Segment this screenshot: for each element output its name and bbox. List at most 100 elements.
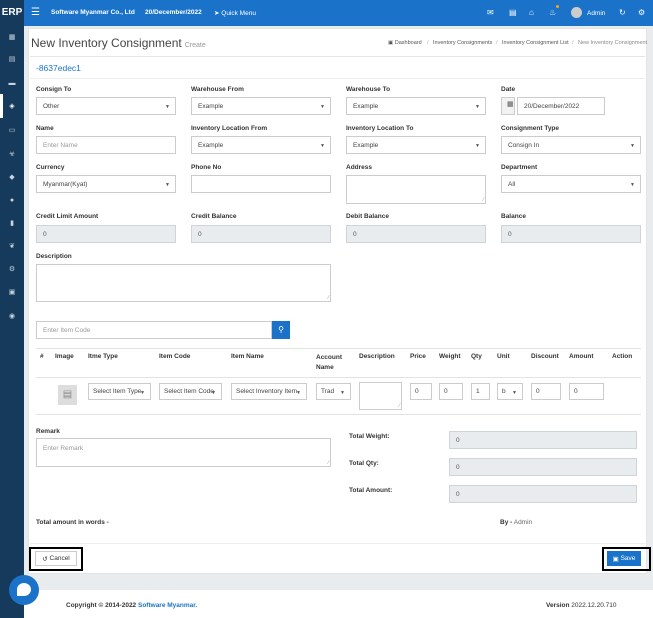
cart-icon[interactable]: ☣ bbox=[0, 151, 24, 159]
warehouse-to-value: Example bbox=[353, 102, 379, 110]
hamburger-menu-icon[interactable]: ☰ bbox=[31, 8, 40, 18]
diamond-icon[interactable]: ◆ bbox=[0, 174, 24, 182]
calculator-icon[interactable]: ▦ bbox=[0, 34, 24, 42]
bell-icon[interactable]: ♨ bbox=[549, 8, 556, 17]
weight-input[interactable]: 0 bbox=[439, 383, 463, 400]
comment-icon[interactable]: ◉ bbox=[0, 313, 24, 321]
warehouse-to-select[interactable]: Example ▼ bbox=[346, 97, 486, 115]
brand-logo[interactable]: ERP bbox=[0, 0, 24, 26]
clipboard-icon[interactable]: ▭ bbox=[0, 127, 24, 135]
settings-icon[interactable]: ⚙ bbox=[0, 266, 24, 274]
page-subtitle: Create bbox=[184, 42, 206, 49]
currency-select[interactable]: Myanmar(Kyat) ▼ bbox=[36, 175, 176, 193]
department-label: Department bbox=[501, 164, 538, 171]
address-textarea[interactable]: ⁄ bbox=[346, 175, 486, 204]
inv-location-from-value: Example bbox=[198, 141, 224, 149]
name-placeholder: Enter Name bbox=[43, 141, 78, 149]
account-name-select[interactable]: Trad ▼ bbox=[316, 383, 351, 400]
description-textarea[interactable]: ⁄ bbox=[36, 264, 331, 302]
quick-menu-link[interactable]: ➤ Quick Menu bbox=[214, 9, 256, 17]
chat-bubble-icon bbox=[17, 583, 31, 596]
price-input[interactable]: 0 bbox=[410, 383, 432, 400]
amount-in-words-label: Total amount in words - bbox=[36, 519, 109, 526]
caret-down-icon: ▼ bbox=[140, 390, 145, 396]
logout-icon[interactable]: ↻ bbox=[619, 8, 626, 17]
unit-select[interactable]: b ▼ bbox=[497, 383, 523, 400]
leaf-icon[interactable]: ❦ bbox=[0, 243, 24, 251]
document-icon[interactable]: ▤ bbox=[509, 8, 517, 17]
warehouse-from-select[interactable]: Example ▼ bbox=[191, 97, 331, 115]
consignment-type-label: Consignment Type bbox=[501, 125, 560, 132]
breadcrumb-label: Dashboard bbox=[394, 40, 422, 46]
save-button[interactable]: ▣ Save bbox=[607, 551, 641, 566]
consignment-type-select[interactable]: Consign In ▼ bbox=[501, 136, 641, 154]
search-icon: ⚲ bbox=[278, 325, 284, 334]
department-select[interactable]: All ▼ bbox=[501, 175, 641, 193]
page-title: New Inventory Consignment Create bbox=[31, 36, 206, 50]
balance-label: Balance bbox=[501, 213, 526, 220]
date-value: 20/December/2022 bbox=[524, 102, 580, 110]
debit-balance-field: 0 bbox=[346, 225, 486, 243]
breadcrumb-consignments[interactable]: Inventory Consignments bbox=[433, 40, 492, 46]
date-input[interactable]: 20/December/2022 bbox=[517, 97, 605, 115]
col-header-amount: Amount bbox=[569, 353, 594, 360]
chat-icon[interactable]: ✉ bbox=[487, 8, 494, 17]
item-code-search-input[interactable]: Enter Item Code bbox=[36, 321, 272, 339]
credit-limit-field: 0 bbox=[36, 225, 176, 243]
item-code-placeholder: Enter Item Code bbox=[43, 326, 91, 334]
home-icon[interactable]: ⌂ bbox=[529, 8, 534, 17]
table-border bbox=[36, 414, 641, 415]
credit-limit-value: 0 bbox=[43, 230, 47, 238]
remark-textarea[interactable]: Enter Remark ⁄ bbox=[36, 438, 331, 467]
caret-down-icon: ▼ bbox=[296, 390, 301, 396]
avatar[interactable] bbox=[571, 7, 582, 18]
col-header-discount: Discount bbox=[531, 353, 559, 360]
qty-value: 1 bbox=[476, 388, 480, 395]
discount-input[interactable]: 0 bbox=[531, 383, 561, 400]
qty-input[interactable]: 1 bbox=[471, 383, 490, 400]
breadcrumb-dashboard[interactable]: ▣ Dashboard bbox=[388, 40, 422, 46]
image-placeholder-icon[interactable]: ▤ bbox=[58, 385, 77, 405]
total-amount-field: 0 bbox=[449, 485, 637, 503]
inv-location-from-label: Inventory Location From bbox=[191, 125, 268, 132]
users-icon[interactable]: ● bbox=[0, 197, 24, 205]
caret-down-icon: ▼ bbox=[211, 390, 216, 396]
consign-to-value: Other bbox=[43, 102, 60, 110]
total-amount-value: 0 bbox=[456, 490, 460, 498]
inv-location-to-select[interactable]: Example ▼ bbox=[346, 136, 486, 154]
address-label: Address bbox=[346, 164, 373, 171]
cancel-button[interactable]: ↺ Cancel bbox=[35, 551, 77, 566]
inv-location-from-select[interactable]: Example ▼ bbox=[191, 136, 331, 154]
phone-input[interactable] bbox=[191, 175, 331, 193]
book-icon[interactable]: ▣ bbox=[0, 289, 24, 297]
divider bbox=[30, 543, 645, 544]
company-link[interactable]: Software Myanmar. bbox=[138, 602, 197, 609]
breadcrumb-separator: / bbox=[572, 40, 574, 46]
credit-balance-value: 0 bbox=[198, 230, 202, 238]
page-title-text: New Inventory Consignment bbox=[31, 36, 182, 50]
search-button[interactable]: ⚲ bbox=[272, 321, 290, 339]
breadcrumb-list[interactable]: Inventory Consignment List bbox=[502, 40, 569, 46]
consign-to-select[interactable]: Other ▼ bbox=[36, 97, 176, 115]
resize-grip-icon: ⁄ bbox=[328, 460, 329, 466]
table-border bbox=[36, 377, 641, 378]
currency-label: Currency bbox=[36, 164, 65, 171]
gear-icon[interactable]: ⚙ bbox=[638, 8, 645, 17]
balance-value: 0 bbox=[508, 230, 512, 238]
col-header-unit: Unit bbox=[497, 353, 510, 360]
bar-chart-icon[interactable]: ▮ bbox=[0, 220, 24, 228]
card-icon[interactable]: ▬ bbox=[0, 80, 24, 88]
caret-down-icon: ▼ bbox=[630, 182, 635, 188]
caret-down-icon: ▼ bbox=[512, 390, 517, 396]
item-code-select[interactable]: Select Item Code ▼ bbox=[159, 383, 222, 400]
item-name-select[interactable]: Select Inventory Item ▼ bbox=[231, 383, 307, 400]
col-header-description: Description bbox=[359, 353, 395, 360]
item-type-select[interactable]: Select Item Type ▼ bbox=[88, 383, 151, 400]
company-name: Software Myanmar Co., Ltd bbox=[51, 9, 135, 16]
item-code-value: Select Item Code bbox=[164, 388, 214, 395]
row-description-textarea[interactable]: ⁄ bbox=[359, 382, 402, 410]
name-input[interactable]: Enter Name bbox=[36, 136, 176, 154]
user-name[interactable]: Admin bbox=[587, 10, 605, 17]
chart-icon[interactable]: ▤ bbox=[0, 56, 24, 64]
box-icon[interactable]: ◈ bbox=[0, 103, 24, 111]
